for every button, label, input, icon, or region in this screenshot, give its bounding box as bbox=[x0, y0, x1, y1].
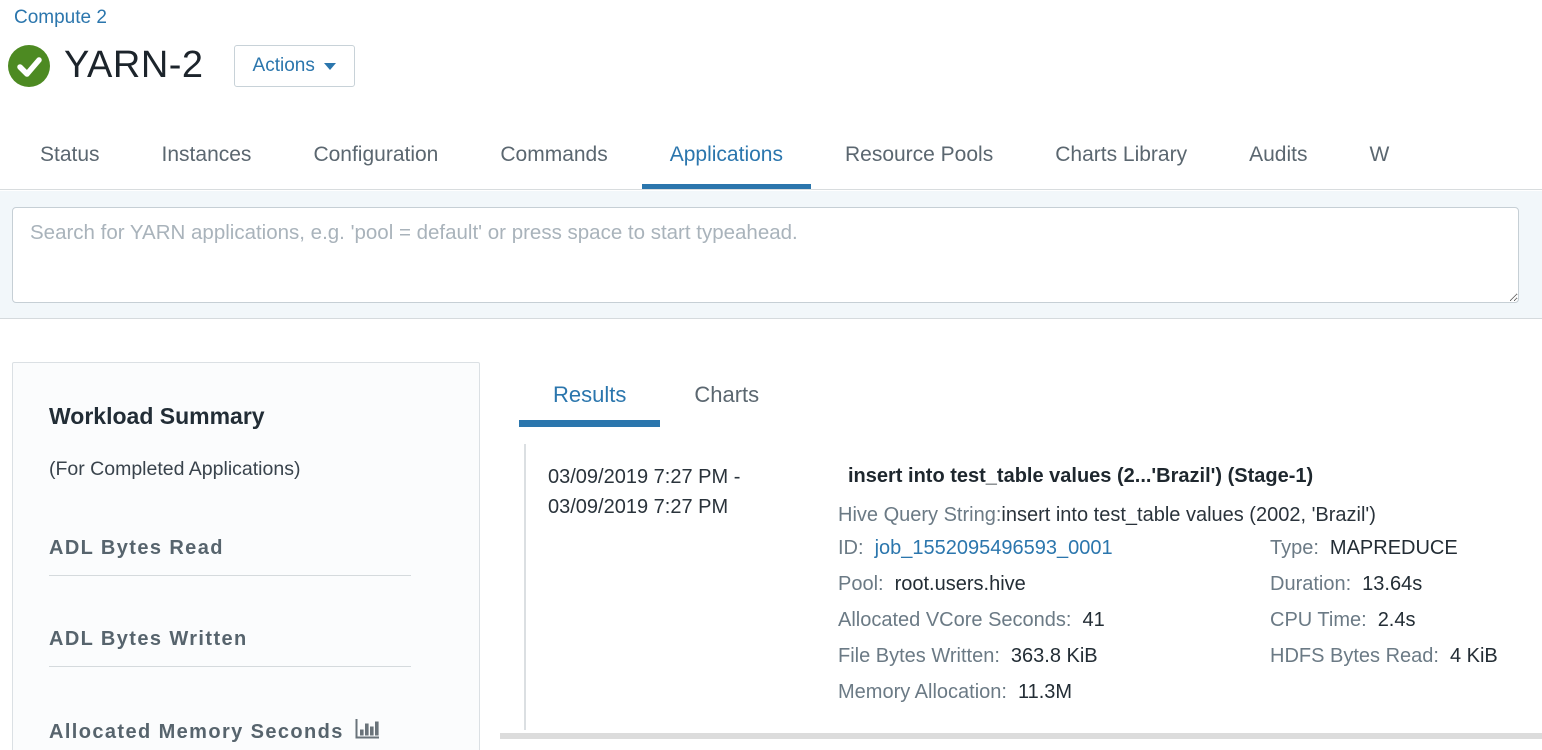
detail-row-type: Type: MAPREDUCE bbox=[1270, 530, 1542, 566]
application-details: insert into test_table values (2...'Braz… bbox=[828, 462, 1542, 710]
detail-value: MAPREDUCE bbox=[1330, 537, 1458, 560]
bar-chart-icon bbox=[355, 719, 380, 745]
results-charts-tabs: Results Charts bbox=[519, 360, 1542, 427]
tab-truncated[interactable]: W bbox=[1341, 120, 1417, 189]
detail-label: ID: bbox=[838, 537, 864, 560]
tab-audits[interactable]: Audits bbox=[1221, 120, 1335, 189]
time-separator: - bbox=[734, 466, 741, 488]
actions-button[interactable]: Actions bbox=[234, 45, 355, 87]
detail-label: CPU Time: bbox=[1270, 609, 1367, 632]
workload-summary-title: Workload Summary bbox=[49, 403, 479, 430]
detail-row-cpu-time: CPU Time: 2.4s bbox=[1270, 602, 1542, 638]
metric-label: ADL Bytes Written bbox=[49, 628, 248, 651]
job-id-link[interactable]: job_1552095496593_0001 bbox=[875, 537, 1113, 560]
detail-row-hdfs-bytes-read: HDFS Bytes Read: 4 KiB bbox=[1270, 638, 1542, 674]
detail-row-duration: Duration: 13.64s bbox=[1270, 566, 1542, 602]
detail-row-allocated-vcore-seconds: Allocated VCore Seconds: 41 bbox=[838, 602, 1270, 638]
tab-charts[interactable]: Charts bbox=[660, 360, 793, 427]
page-title: YARN-2 bbox=[64, 44, 204, 87]
tab-resource-pools[interactable]: Resource Pools bbox=[817, 120, 1021, 189]
detail-label: Pool: bbox=[838, 573, 884, 596]
tab-instances[interactable]: Instances bbox=[134, 120, 280, 189]
tab-configuration[interactable]: Configuration bbox=[285, 120, 466, 189]
applications-results-panel: Results Charts 03/09/2019 7:27 PM - 03/0… bbox=[500, 360, 1542, 739]
application-title: insert into test_table values (2...'Braz… bbox=[848, 464, 1542, 488]
result-row-divider bbox=[500, 733, 1542, 739]
tab-applications[interactable]: Applications bbox=[642, 120, 811, 189]
detail-column-right: Type: MAPREDUCE Duration: 13.64s CPU Tim… bbox=[1270, 530, 1542, 710]
service-header: YARN-2 Actions bbox=[8, 44, 355, 87]
detail-value: 41 bbox=[1082, 609, 1104, 632]
metric-label: ADL Bytes Read bbox=[49, 537, 224, 560]
metric-adl-bytes-written[interactable]: ADL Bytes Written bbox=[49, 628, 411, 667]
metric-adl-bytes-read[interactable]: ADL Bytes Read bbox=[49, 537, 411, 576]
detail-grid: ID: job_1552095496593_0001 Pool: root.us… bbox=[838, 530, 1542, 710]
hive-query-line: Hive Query String:insert into test_table… bbox=[838, 501, 1542, 529]
detail-value: 2.4s bbox=[1378, 609, 1416, 632]
detail-value: 13.64s bbox=[1362, 573, 1422, 596]
metric-label: Allocated Memory Seconds bbox=[49, 721, 344, 744]
detail-label: Memory Allocation: bbox=[838, 681, 1007, 704]
detail-value: 4 KiB bbox=[1450, 645, 1498, 668]
workload-summary-subtitle: (For Completed Applications) bbox=[49, 458, 479, 481]
detail-row-pool: Pool: root.users.hive bbox=[838, 566, 1270, 602]
service-nav-tabs: Status Instances Configuration Commands … bbox=[0, 120, 1542, 190]
tab-commands[interactable]: Commands bbox=[472, 120, 635, 189]
application-result-row: 03/09/2019 7:27 PM - 03/09/2019 7:27 PM … bbox=[524, 444, 1542, 730]
tab-results[interactable]: Results bbox=[519, 360, 660, 427]
detail-value: 363.8 KiB bbox=[1011, 645, 1098, 668]
hive-query-value: insert into test_table values (2002, 'Br… bbox=[1001, 504, 1376, 526]
metric-allocated-memory-seconds[interactable]: Allocated Memory Seconds bbox=[49, 719, 411, 745]
workload-summary-panel: Workload Summary (For Completed Applicat… bbox=[12, 362, 480, 750]
detail-label: HDFS Bytes Read: bbox=[1270, 645, 1439, 668]
detail-row-id: ID: job_1552095496593_0001 bbox=[838, 530, 1270, 566]
detail-label: Type: bbox=[1270, 537, 1319, 560]
detail-column-left: ID: job_1552095496593_0001 Pool: root.us… bbox=[838, 530, 1270, 710]
detail-row-file-bytes-written: File Bytes Written: 363.8 KiB bbox=[838, 638, 1270, 674]
search-band bbox=[0, 191, 1542, 319]
tab-charts-library[interactable]: Charts Library bbox=[1027, 120, 1215, 189]
hive-query-label: Hive Query String: bbox=[838, 504, 1001, 526]
detail-label: Duration: bbox=[1270, 573, 1351, 596]
detail-label: Allocated VCore Seconds: bbox=[838, 609, 1071, 632]
tab-status[interactable]: Status bbox=[12, 120, 128, 189]
actions-button-label: Actions bbox=[253, 55, 315, 77]
detail-value: root.users.hive bbox=[895, 573, 1026, 596]
application-time-range: 03/09/2019 7:27 PM - 03/09/2019 7:27 PM bbox=[526, 462, 828, 710]
detail-value: 11.3M bbox=[1018, 681, 1072, 704]
caret-down-icon bbox=[324, 63, 336, 70]
detail-label: File Bytes Written: bbox=[838, 645, 1000, 668]
start-time: 03/09/2019 7:27 PM bbox=[548, 466, 728, 488]
search-input[interactable] bbox=[12, 207, 1519, 303]
health-check-circle-icon bbox=[8, 45, 50, 87]
breadcrumb-compute-link[interactable]: Compute 2 bbox=[14, 7, 107, 29]
end-time: 03/09/2019 7:27 PM bbox=[548, 496, 728, 518]
detail-row-memory-allocation: Memory Allocation: 11.3M bbox=[838, 674, 1270, 710]
